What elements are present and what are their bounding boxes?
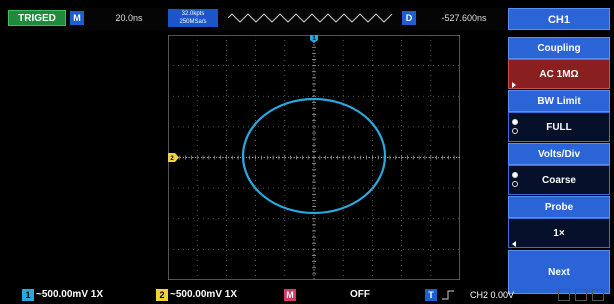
ch1-number-badge[interactable]: 1 [22,289,34,301]
memory-sample-readout: 32.0kpts 250MSa/s [168,9,218,27]
sample-rate: 250MSa/s [179,19,207,25]
trigger-offset-readout: -527.600ns [441,13,487,23]
rising-edge-icon [442,290,454,300]
menu-title: CH1 [508,8,610,30]
bw-limit-value: FULL [546,122,572,133]
status-indicator-icon [558,289,570,301]
probe-value: 1× [553,228,565,239]
trigger-source-readout: CH2 0.00V [470,290,515,300]
probe-value-button[interactable]: 1× [508,218,610,248]
waveform-position-indicator [228,13,393,23]
ch2-number-badge[interactable]: 2 [156,289,168,301]
coupling-value: AC 1MΩ [539,69,579,80]
oscilloscope-display: TRIGED M 20.0ns 32.0kpts 250MSa/s D -527… [0,0,614,304]
volts-div-label[interactable]: Volts/Div [508,143,610,165]
volts-div-value-button[interactable]: Coarse [508,165,610,195]
trigger-icon[interactable]: T [425,289,437,301]
math-state: OFF [350,289,370,300]
ch1-scale-readout: ~500.00mV 1X [36,289,103,300]
waveform-graticule: 1 2 [168,35,460,280]
arrow-right-icon [512,82,516,88]
radio-toggle-icon [512,172,518,188]
arrow-left-icon [512,241,516,247]
memory-depth: 32.0kpts [181,11,205,17]
status-indicator-icon [575,289,587,301]
bw-limit-value-button[interactable]: FULL [508,112,610,142]
mode-icon: M [70,11,84,25]
trigger-status-badge: TRIGED [8,10,66,26]
bw-limit-label[interactable]: BW Limit [508,90,610,112]
delay-icon: D [402,11,416,25]
ch2-scale-readout: ~500.00mV 1X [170,289,237,300]
coupling-value-button[interactable]: AC 1MΩ [508,59,610,89]
volts-div-value: Coarse [542,175,576,186]
probe-label[interactable]: Probe [508,196,610,218]
channel-menu: CH1 Coupling AC 1MΩ BW Limit FULL Volts/… [508,8,610,298]
status-indicator-icon [592,289,604,301]
radio-toggle-icon [512,119,518,135]
timebase-readout: 20.0ns [115,13,143,23]
math-icon[interactable]: M [284,289,296,301]
coupling-label[interactable]: Coupling [508,37,610,59]
